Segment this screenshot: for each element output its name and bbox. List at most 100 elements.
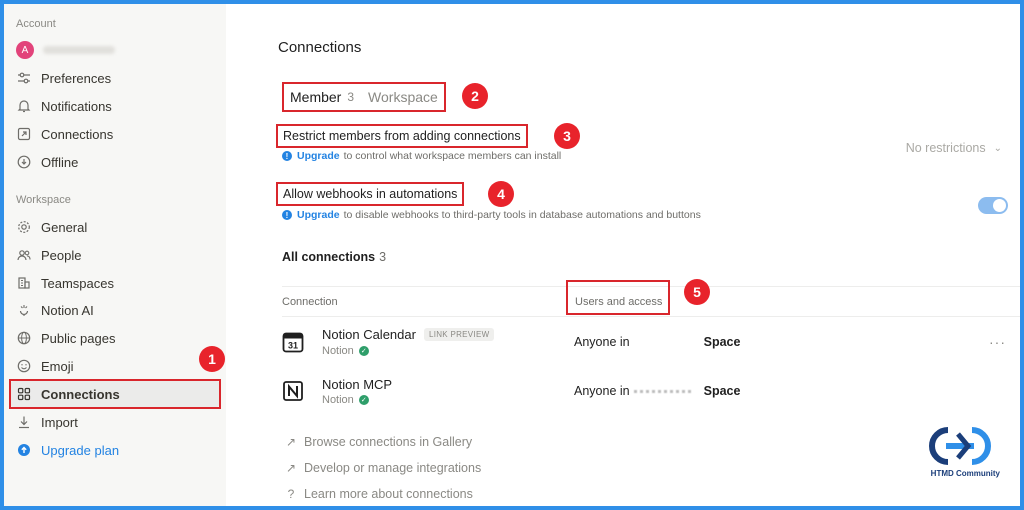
- annotation-badge-2: 2: [462, 83, 488, 109]
- publisher-text: Notion: [322, 394, 354, 406]
- sidebar-item-public-pages[interactable]: Public pages: [10, 325, 220, 351]
- sidebar-item-label: People: [41, 247, 82, 263]
- webhooks-toggle[interactable]: [978, 197, 1008, 214]
- chevron-down-icon: ⌄: [993, 142, 1002, 154]
- notion-app-icon: [282, 380, 304, 402]
- sidebar-item-teamspaces[interactable]: Teamspaces: [10, 270, 220, 296]
- tab-workspace[interactable]: Workspace: [368, 89, 438, 105]
- sidebar-item-preferences[interactable]: Preferences: [10, 65, 220, 91]
- all-connections-count: 3: [379, 250, 387, 264]
- restrictions-select[interactable]: No restrictions ⌄: [906, 141, 1002, 155]
- column-header-users-access: Users and access: [575, 296, 663, 308]
- people-icon: [16, 247, 32, 263]
- connection-name-text: Notion MCP: [322, 377, 393, 392]
- sidebar-item-connections-account[interactable]: Connections: [10, 121, 220, 147]
- restrict-members-title: Restrict members from adding connections: [276, 124, 528, 148]
- sidebar-item-label: Upgrade plan: [41, 442, 120, 458]
- footer-link-text: Browse connections in Gallery: [304, 435, 473, 449]
- sidebar-item-label: Connections: [41, 126, 114, 142]
- sparkle-face-icon: [16, 302, 32, 318]
- annotation-badge-1: 1: [199, 346, 225, 372]
- globe-icon: [16, 330, 32, 346]
- webhooks-title: Allow webhooks in automations: [276, 182, 465, 206]
- arrow-up-right-icon: ↗: [285, 435, 297, 449]
- redacted-account-name: [43, 46, 115, 54]
- access-prefix: Anyone in: [574, 335, 630, 349]
- divider: [282, 316, 1020, 317]
- sidebar-item-general[interactable]: General: [10, 214, 220, 240]
- upgrade-link[interactable]: Upgrade: [297, 150, 340, 162]
- access-suffix: Space: [703, 335, 741, 349]
- sliders-icon: [16, 70, 32, 86]
- link-preview-badge: LINK PREVIEW: [423, 328, 495, 341]
- sidebar-item-emoji[interactable]: Emoji: [10, 353, 220, 379]
- all-connections-heading: All connections 3: [282, 250, 386, 264]
- develop-integrations-link[interactable]: ↗ Develop or manage integrations: [284, 461, 481, 475]
- sidebar-item-notion-ai[interactable]: Notion AI: [10, 297, 220, 323]
- connections-box-icon: [16, 126, 32, 142]
- sidebar-item-notifications[interactable]: Notifications: [10, 93, 220, 119]
- arrow-up-right-icon: ↗: [285, 461, 297, 475]
- sidebar-item-label: Notifications: [41, 98, 112, 114]
- webhooks-desc: ! Upgrade to disable webhooks to third-p…: [282, 209, 701, 221]
- sidebar-item-label: Emoji: [41, 358, 74, 374]
- restrict-members-desc: ! Upgrade to control what workspace memb…: [282, 150, 561, 162]
- webhooks-desc-text: to disable webhooks to third-party tools…: [343, 209, 701, 221]
- redacted-workspace-name: [634, 338, 694, 346]
- sidebar-item-label: Notion AI: [41, 302, 94, 318]
- sidebar-item-offline[interactable]: Offline: [10, 149, 220, 175]
- annotation-box-1: [9, 379, 221, 409]
- tab-member[interactable]: Member: [290, 89, 341, 105]
- sidebar-item-account[interactable]: A: [10, 37, 220, 63]
- info-icon: !: [282, 151, 292, 161]
- redacted-workspace-name: [633, 389, 694, 393]
- footer-link-text: Learn more about connections: [304, 487, 473, 501]
- svg-text:31: 31: [288, 341, 298, 351]
- settings-sidebar: Account A Preferences Notifications Conn…: [4, 4, 226, 506]
- building-icon: [16, 275, 32, 291]
- watermark-text: HTMD Community: [930, 469, 1000, 478]
- connection-name[interactable]: Notion MCP: [322, 377, 392, 392]
- footer-link-text: Develop or manage integrations: [304, 461, 482, 475]
- verified-check-icon: ✓: [358, 395, 369, 405]
- sidebar-item-people[interactable]: People: [10, 242, 220, 268]
- column-header-connection: Connection: [282, 296, 338, 308]
- connection-access: Anyone in Space: [574, 335, 740, 349]
- connection-access: Anyone in Space: [574, 384, 740, 398]
- all-connections-label: All connections: [282, 250, 376, 264]
- sidebar-item-upgrade-plan[interactable]: Upgrade plan: [10, 437, 220, 463]
- sidebar-item-label: Import: [41, 414, 78, 430]
- gear-icon: [16, 219, 32, 235]
- access-suffix: Space: [703, 384, 741, 398]
- calendar-app-icon: 31: [282, 331, 304, 353]
- annotation-badge-5: 5: [684, 279, 710, 305]
- info-icon: !: [282, 210, 292, 220]
- bell-icon: [16, 98, 32, 114]
- connection-publisher: Notion ✓: [322, 394, 369, 406]
- sidebar-item-import[interactable]: Import: [10, 409, 220, 435]
- import-icon: [16, 414, 32, 430]
- member-workspace-tabs: Member 3 Workspace: [282, 82, 446, 112]
- learn-more-link[interactable]: ? Learn more about connections: [284, 487, 473, 501]
- publisher-text: Notion: [322, 345, 354, 357]
- access-prefix: Anyone in: [574, 384, 630, 398]
- browse-gallery-link[interactable]: ↗ Browse connections in Gallery: [284, 435, 472, 449]
- sidebar-item-label: Teamspaces: [41, 275, 114, 291]
- toggle-knob: [993, 199, 1006, 212]
- download-circle-icon: [16, 154, 32, 170]
- upgrade-link[interactable]: Upgrade: [297, 209, 340, 221]
- sidebar-item-label: Preferences: [41, 70, 112, 86]
- smile-icon: [16, 358, 32, 374]
- more-options-icon[interactable]: ···: [989, 334, 1006, 350]
- tab-member-count: 3: [347, 90, 355, 104]
- question-circle-icon: ?: [287, 487, 295, 501]
- sidebar-item-label: General: [41, 219, 88, 235]
- sidebar-item-label: Offline: [41, 154, 79, 170]
- sidebar-item-label: Public pages: [41, 330, 116, 346]
- connection-publisher: Notion ✓: [322, 345, 369, 357]
- verified-check-icon: ✓: [358, 346, 369, 356]
- upgrade-arrow-icon: [16, 442, 32, 458]
- connection-name[interactable]: Notion Calendar LINK PREVIEW: [322, 327, 495, 342]
- restrictions-select-value: No restrictions: [905, 141, 986, 155]
- connection-name-text: Notion Calendar: [322, 327, 416, 342]
